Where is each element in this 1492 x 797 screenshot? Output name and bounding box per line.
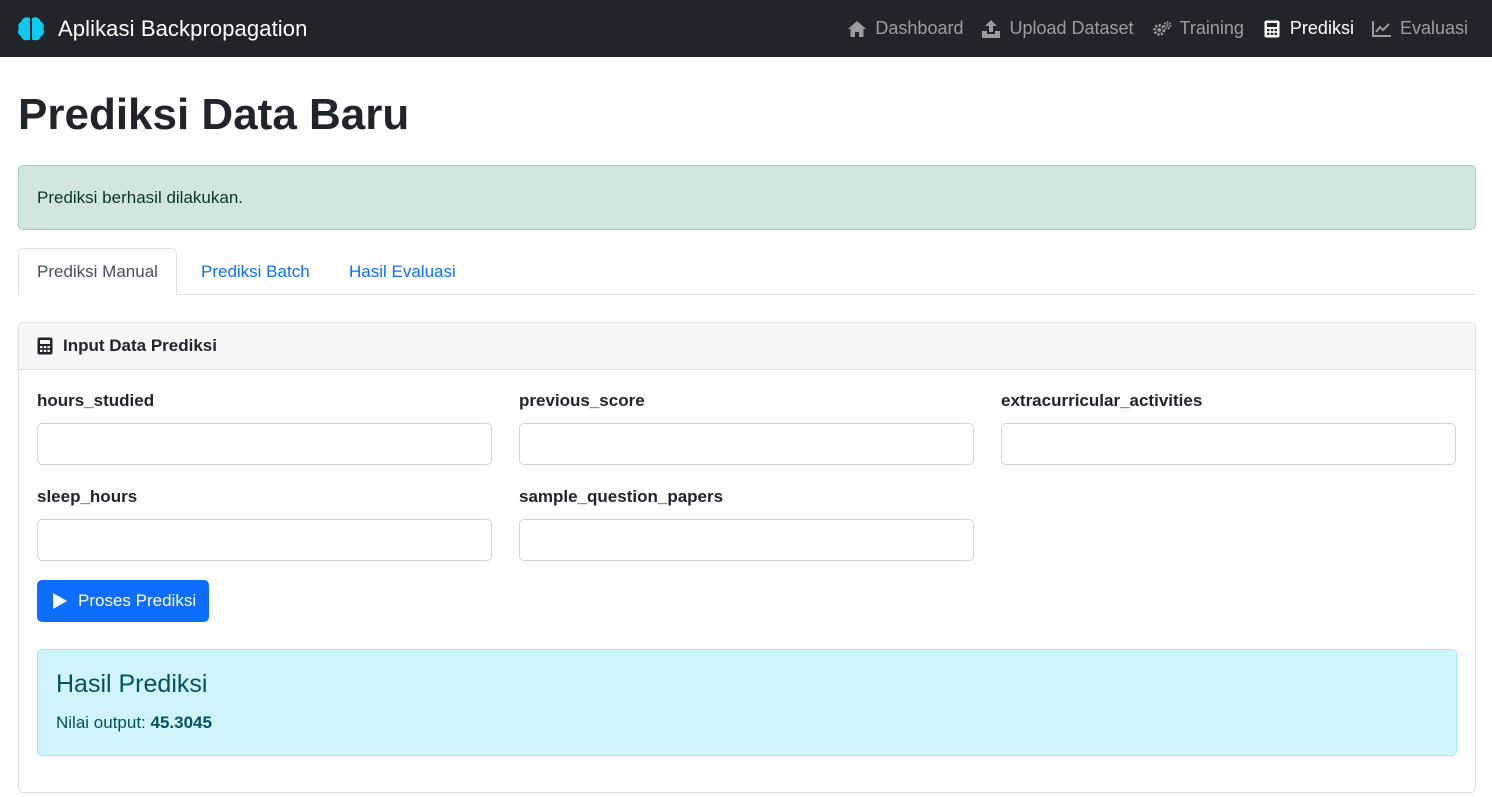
input-card: Input Data Prediksi hours_studied previo… [18, 322, 1476, 793]
success-alert: Prediksi berhasil dilakukan. [18, 165, 1476, 230]
tab-prediksi-manual[interactable]: Prediksi Manual [18, 248, 177, 296]
calculator-icon [37, 337, 55, 355]
nav-link-label: Training [1179, 18, 1244, 38]
field-label-sample-question-papers: sample_question_papers [519, 487, 724, 506]
result-title: Hasil Prediksi [56, 670, 208, 698]
result-output-label: Nilai output: [56, 713, 151, 732]
result-alert: Hasil Prediksi Nilai output: 45.3045 [37, 649, 1457, 756]
result-line: Nilai output: 45.3045 [56, 713, 212, 733]
tab-prediksi-batch[interactable]: Prediksi Batch [183, 248, 328, 295]
nav-link-dashboard[interactable]: Dashboard [847, 18, 963, 39]
brand-title: Aplikasi Backpropagation [58, 15, 308, 41]
upload-icon [981, 19, 1001, 39]
field-label-previous-score: previous_score [519, 391, 645, 410]
nav-link-upload-dataset[interactable]: Upload Dataset [981, 18, 1134, 39]
nav-link-label: Dashboard [875, 18, 964, 38]
nav-link-label: Prediksi [1289, 18, 1354, 38]
nav-link-label: Evaluasi [1399, 18, 1468, 38]
proses-prediksi-button[interactable]: Proses Prediksi [37, 580, 209, 622]
field-label-hours-studied: hours_studied [37, 391, 155, 410]
hours-studied-input[interactable] [37, 423, 492, 465]
calculator-icon [1262, 19, 1282, 39]
tab-hasil-evaluasi[interactable]: Hasil Evaluasi [331, 248, 474, 295]
home-icon [847, 19, 867, 39]
tab-bar: Prediksi Manual Prediksi Batch Hasil Eva… [18, 248, 1476, 296]
nav-link-training[interactable]: Training [1152, 18, 1244, 39]
play-icon [52, 592, 70, 610]
alert-message: Prediksi berhasil dilakukan. [37, 187, 243, 207]
result-output-value: 45.3045 [150, 713, 212, 732]
card-title: Input Data Prediksi [63, 336, 217, 355]
extracurricular-activities-input[interactable] [1001, 423, 1456, 465]
nav-links: Dashboard Upload Dataset Training Predik… [829, 0, 1468, 57]
sleep-hours-input[interactable] [37, 519, 492, 561]
line-chart-icon [1371, 19, 1392, 39]
top-navbar: Aplikasi Backpropagation Dashboard Uploa… [0, 0, 1492, 57]
card-header: Input Data Prediksi [19, 323, 1475, 370]
gears-icon [1152, 19, 1172, 39]
previous-score-input[interactable] [519, 423, 974, 465]
nav-link-label: Upload Dataset [1009, 18, 1134, 38]
navbar-brand[interactable]: Aplikasi Backpropagation [17, 0, 307, 57]
nav-link-evaluasi[interactable]: Evaluasi [1371, 18, 1468, 39]
page-title: Prediksi Data Baru [18, 90, 410, 139]
field-label-sleep-hours: sleep_hours [37, 487, 138, 506]
button-label: Proses Prediksi [78, 591, 197, 610]
brain-icon [17, 15, 45, 43]
nav-link-prediksi[interactable]: Prediksi [1262, 18, 1354, 39]
field-label-extracurricular-activities: extracurricular_activities [1001, 391, 1203, 410]
sample-question-papers-input[interactable] [519, 519, 974, 561]
